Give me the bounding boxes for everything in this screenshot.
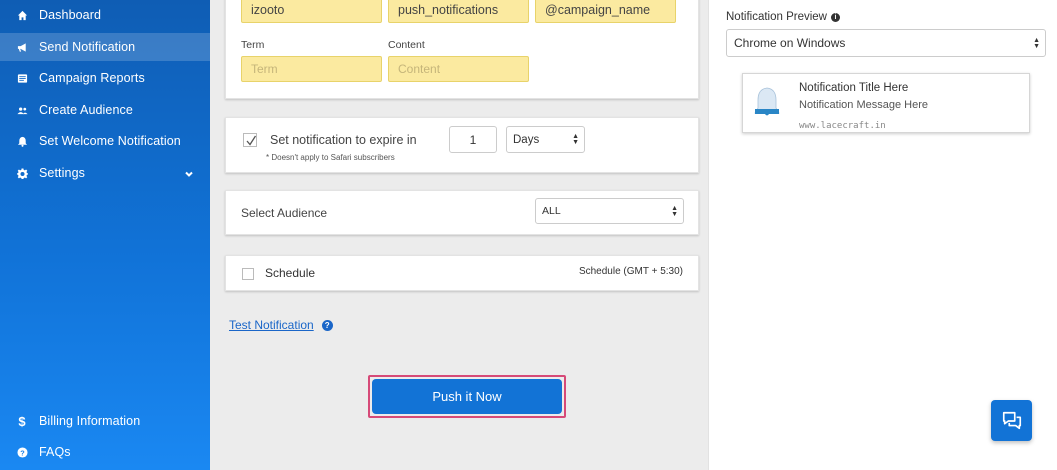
sidebar-item-settings[interactable]: Settings bbox=[0, 159, 210, 187]
select-arrows-icon: ▲ ▼ bbox=[671, 205, 678, 218]
utm-medium-input[interactable]: push_notifications bbox=[388, 0, 529, 23]
chat-button[interactable] bbox=[991, 400, 1032, 441]
help-icon[interactable]: ? bbox=[321, 319, 333, 331]
expire-label: Set notification to expire in bbox=[270, 133, 417, 147]
audience-label: Select Audience bbox=[241, 206, 328, 220]
sidebar-item-label: Create Audience bbox=[39, 103, 133, 117]
expire-card: Set notification to expire in * Doesn't … bbox=[225, 117, 699, 173]
sidebar-item-campaign-reports[interactable]: Campaign Reports bbox=[0, 64, 210, 92]
expire-note: * Doesn't apply to Safari subscribers bbox=[266, 153, 395, 162]
push-it-now-button[interactable]: Push it Now bbox=[372, 379, 562, 414]
term-label: Term bbox=[241, 39, 265, 51]
sidebar-item-billing[interactable]: $ Billing Information bbox=[0, 407, 210, 435]
sidebar-item-label: Set Welcome Notification bbox=[39, 134, 181, 148]
audience-select[interactable]: ALL ▲ ▼ bbox=[535, 198, 684, 224]
content-label: Content bbox=[388, 39, 425, 51]
sidebar: Dashboard Send Notification Campaign Rep… bbox=[0, 0, 210, 470]
notification-message: Notification Message Here bbox=[799, 99, 929, 111]
main-content: izooto push_notifications @campaign_name… bbox=[210, 0, 708, 470]
preview-title-row: Notification Preview i bbox=[726, 11, 840, 23]
term-input[interactable]: Term bbox=[241, 56, 382, 82]
sidebar-item-faqs[interactable]: ? FAQs bbox=[0, 438, 210, 466]
schedule-label: Schedule bbox=[265, 266, 316, 280]
sidebar-item-label: Campaign Reports bbox=[39, 71, 145, 85]
chevron-down-icon bbox=[184, 168, 194, 182]
expire-value-input[interactable]: 1 bbox=[449, 126, 497, 153]
expire-checkbox[interactable] bbox=[243, 133, 257, 147]
content-input[interactable]: Content bbox=[388, 56, 529, 82]
select-arrows-icon: ▲ ▼ bbox=[572, 133, 579, 146]
gear-icon bbox=[16, 167, 28, 179]
test-notification-row: Test Notification ? bbox=[229, 318, 333, 332]
reports-icon bbox=[16, 72, 28, 84]
sidebar-item-welcome-notification[interactable]: Set Welcome Notification bbox=[0, 127, 210, 155]
bell-icon bbox=[16, 135, 28, 147]
preview-title: Notification Preview bbox=[726, 11, 827, 23]
push-button-highlight: Push it Now bbox=[368, 375, 566, 418]
utm-parameters-card: izooto push_notifications @campaign_name… bbox=[225, 0, 699, 99]
question-icon: ? bbox=[16, 446, 28, 458]
chat-icon bbox=[1002, 411, 1021, 429]
audience-value: ALL bbox=[542, 205, 561, 217]
sidebar-item-label: FAQs bbox=[39, 445, 71, 459]
sidebar-item-create-audience[interactable]: Create Audience bbox=[0, 96, 210, 124]
sidebar-item-label: Dashboard bbox=[39, 8, 102, 22]
users-icon bbox=[16, 104, 28, 116]
megaphone-icon bbox=[16, 41, 28, 53]
info-icon[interactable]: i bbox=[830, 12, 840, 22]
sidebar-item-send-notification[interactable]: Send Notification bbox=[0, 33, 210, 61]
browser-select[interactable]: Chrome on Windows ▲ ▼ bbox=[726, 29, 1046, 57]
sidebar-item-label: Settings bbox=[39, 166, 85, 180]
bell-icon bbox=[752, 86, 782, 118]
schedule-card: Schedule Schedule (GMT + 5:30) bbox=[225, 255, 699, 291]
notification-title: Notification Title Here bbox=[799, 82, 909, 94]
sidebar-item-dashboard[interactable]: Dashboard bbox=[0, 1, 210, 29]
sidebar-item-label: Send Notification bbox=[39, 40, 136, 54]
utm-campaign-input[interactable]: @campaign_name bbox=[535, 0, 676, 23]
notification-preview-card: Notification Title Here Notification Mes… bbox=[742, 73, 1030, 133]
expire-unit-select[interactable]: Days ▲ ▼ bbox=[506, 126, 585, 153]
schedule-checkbox[interactable] bbox=[242, 268, 254, 280]
dollar-icon: $ bbox=[18, 413, 26, 429]
expire-unit-value: Days bbox=[513, 133, 540, 146]
select-arrows-icon: ▲ ▼ bbox=[1033, 37, 1040, 50]
sidebar-item-label: Billing Information bbox=[39, 414, 141, 428]
browser-value: Chrome on Windows bbox=[734, 36, 846, 50]
svg-text:?: ? bbox=[20, 448, 25, 457]
notification-domain: www.lacecraft.in bbox=[799, 121, 886, 131]
schedule-timezone: Schedule (GMT + 5:30) bbox=[578, 266, 683, 277]
utm-source-input[interactable]: izooto bbox=[241, 0, 382, 23]
home-icon bbox=[16, 9, 28, 21]
checkmark-icon bbox=[246, 135, 257, 146]
audience-card: Select Audience ALL ▲ ▼ bbox=[225, 190, 699, 235]
test-notification-link[interactable]: Test Notification bbox=[229, 318, 314, 332]
